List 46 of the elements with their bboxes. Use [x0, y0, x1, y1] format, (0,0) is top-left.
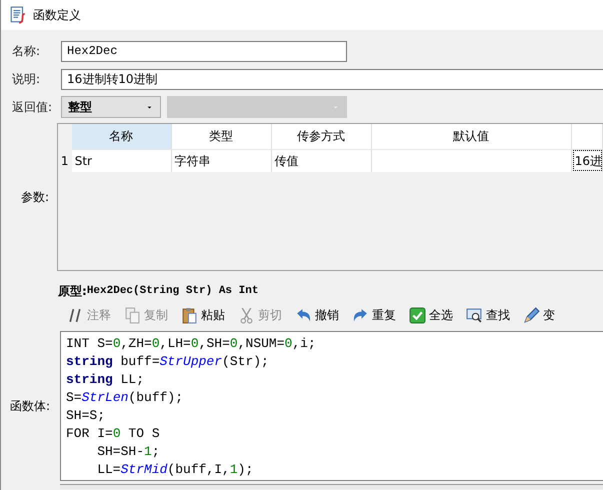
column-header[interactable] [572, 124, 603, 149]
field-label: 参数: [20, 188, 50, 206]
table-cell[interactable]: 16进 [572, 149, 603, 172]
toolbar-button[interactable]: 全选 [409, 306, 460, 324]
code-line: SH=S; [66, 407, 106, 425]
table-cell: 字符串 [172, 149, 272, 172]
code-line: LL=StrMid(buff,I,1); [96, 461, 254, 479]
pencil-icon [523, 306, 540, 324]
description-field[interactable]: 16进制转10进制 [61, 68, 603, 90]
column-header[interactable]: 名称 [72, 124, 172, 149]
table-cell: Str [72, 149, 172, 172]
column-header[interactable]: 类型 [172, 124, 272, 149]
window-title: 函数定义 [33, 6, 81, 24]
checkbox-icon [409, 306, 426, 324]
toolbar-button[interactable]: 粘贴 [181, 306, 232, 324]
code-line: FOR I=0 TO S [66, 425, 161, 443]
code-line: S=StrLen(buff); [66, 389, 184, 407]
toolbar-button[interactable]: 查找 [466, 306, 517, 324]
prototype-signature: Hex2Dec(String Str) As Int [86, 285, 258, 297]
caret-icon [331, 104, 340, 110]
toolbar-button[interactable]: 重复 [352, 306, 403, 324]
toolbar-button[interactable]: 撤销 [295, 306, 346, 324]
field-label: 返回值: [11, 98, 54, 116]
magnifier-icon [466, 306, 483, 324]
undo-arrow-icon [295, 306, 312, 324]
code-line: INT S=0,ZH=0,LH=0,SH=0,NSUM=0,i; [66, 335, 317, 353]
document-icon [9, 6, 27, 24]
redo-arrow-icon [352, 306, 369, 324]
name-field[interactable]: Hex2Dec [61, 40, 347, 62]
column-header[interactable]: 默认值 [372, 124, 572, 149]
toolbar-button[interactable]: 变 [523, 306, 562, 324]
code-line: string buff=StrUpper(Str); [66, 353, 270, 371]
clipboard-icon [181, 306, 198, 324]
prototype-label: 原型: [58, 282, 87, 300]
return-type-dropdown[interactable]: 整型 [61, 96, 161, 118]
field-label: 名称: [11, 42, 42, 60]
field-label: 说明: [11, 70, 42, 88]
code-editor[interactable]: INT S=0,ZH=0,LH=0,SH=0,NSUM=0,i; string buff=StrUpper(Str); string LL; S=StrLen(buff); SH=S; FOR I=0 TO S SH=SH-1; LL=StrMid(buff,I,1); [60, 331, 603, 481]
table-cell: 传值 [272, 149, 372, 172]
column-header[interactable]: 传参方式 [272, 124, 372, 149]
scissors-icon [238, 306, 255, 324]
code-line: SH=SH-1; [96, 443, 161, 461]
code-line: string LL; [66, 371, 146, 389]
documents-icon [124, 306, 141, 324]
field-label: 函数体: [9, 398, 52, 414]
caret-icon [145, 104, 154, 110]
